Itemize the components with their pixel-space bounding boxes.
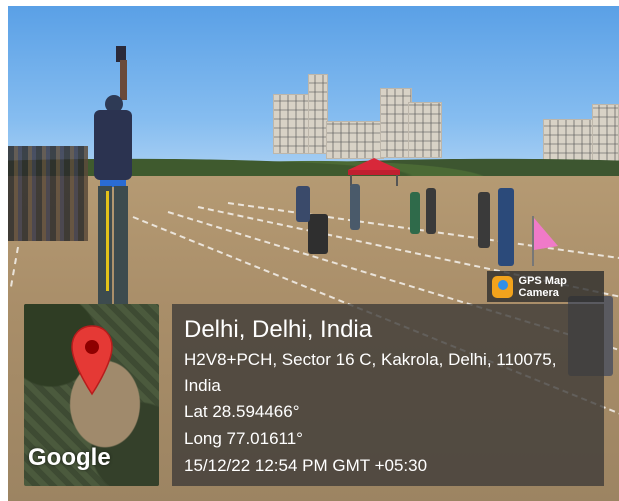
gps-map-camera-badge: GPS Map Camera: [487, 271, 604, 302]
spectator: [410, 192, 420, 234]
badge-label: GPS Map Camera: [518, 274, 567, 299]
map-pin-icon: [71, 325, 113, 396]
datetime-text: 15/12/22 12:54 PM GMT +05:30: [184, 456, 428, 475]
spectator: [296, 186, 310, 222]
spectator: [426, 188, 436, 234]
spectator: [478, 192, 490, 248]
address-line: India: [184, 376, 221, 395]
spectators: [8, 146, 88, 241]
address-line: H2V8+PCH, Sector 16 C, Kakrola, Delhi, 1…: [184, 350, 557, 369]
building: [273, 94, 313, 154]
place-title: Delhi, Delhi, India: [184, 316, 373, 343]
google-logo: Google: [28, 444, 111, 471]
pink-flag: [532, 216, 558, 266]
person-with-phone: [94, 46, 132, 304]
latitude-text: Lat 28.594466°: [184, 402, 300, 421]
child-athlete: [308, 214, 328, 254]
spectator: [350, 184, 360, 230]
longitude-text: Long 77.01611°: [184, 429, 303, 448]
red-tent: [348, 158, 400, 186]
runner: [498, 188, 514, 266]
building: [308, 74, 328, 154]
location-info-panel: Delhi, Delhi, India H2V8+PCH, Sector 16 …: [172, 304, 604, 486]
gps-map-camera-icon: [492, 275, 513, 298]
map-thumbnail[interactable]: Google: [24, 304, 159, 486]
